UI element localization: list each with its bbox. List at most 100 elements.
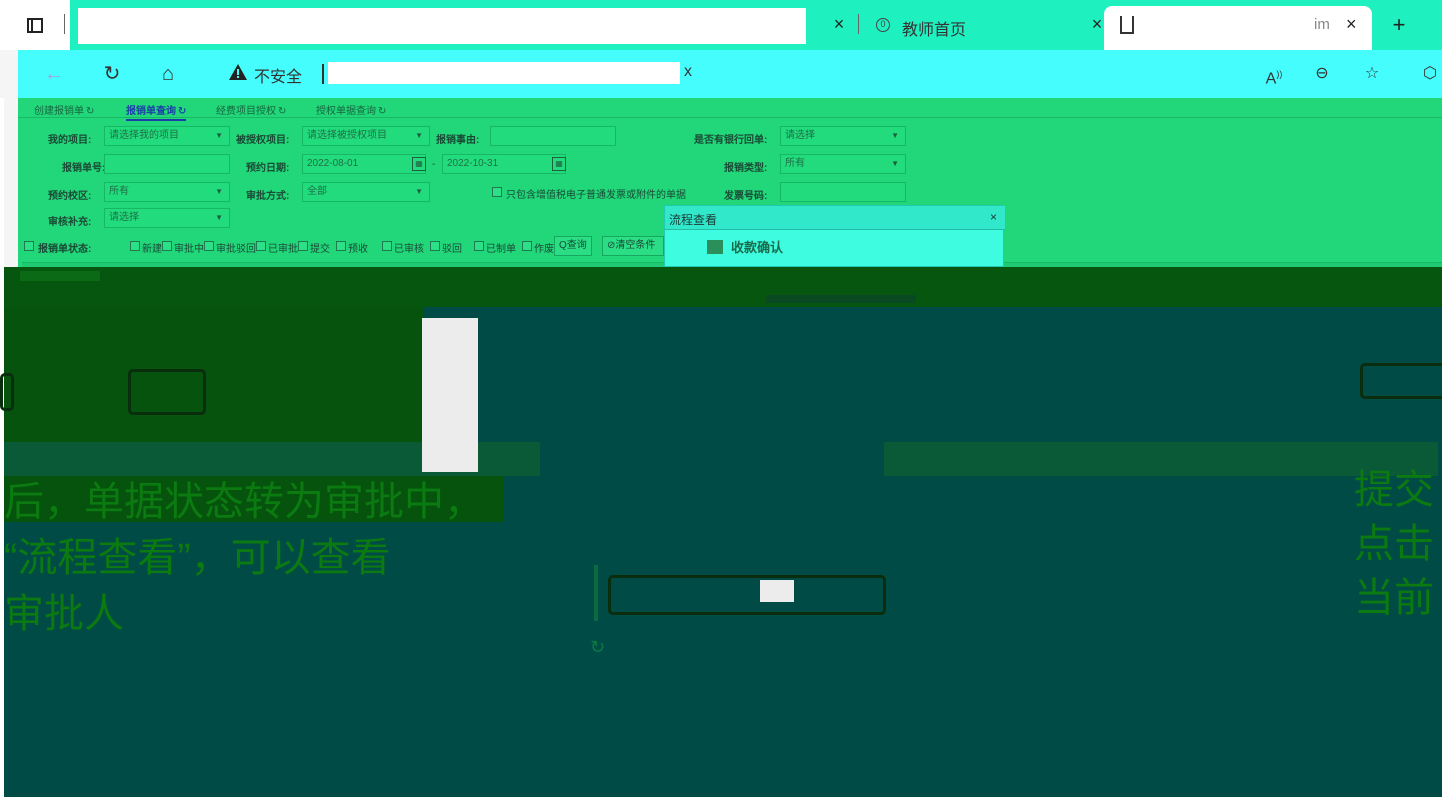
search-button[interactable]: Q查询	[554, 236, 592, 256]
home-icon[interactable]: ⌂	[154, 60, 182, 88]
slide-caption-right-line: 提交	[1354, 468, 1434, 512]
status-checkbox-submitted[interactable]	[298, 241, 308, 251]
active-tab[interactable]: im ×	[1104, 6, 1372, 50]
date-from-input[interactable]: 2022-08-01	[302, 154, 426, 174]
clear-conditions-button[interactable]: ⊘清空条件	[602, 236, 664, 256]
url-tail-text[interactable]: x	[684, 63, 692, 81]
my-project-select[interactable]: 请选择我的项目 ▼	[104, 126, 230, 146]
calendar-icon[interactable]: ▦	[412, 157, 426, 171]
status-checkbox-rejected[interactable]	[430, 241, 440, 251]
slide-highlight-box	[608, 575, 886, 615]
campus-select[interactable]: 所有 ▼	[104, 182, 230, 202]
status-checkbox-pre-received[interactable]	[336, 241, 346, 251]
tab-favicon-icon: 0	[876, 18, 890, 32]
bill-type-label: 报销类型:	[724, 163, 768, 174]
status-checkbox-audited[interactable]	[382, 241, 392, 251]
status-checkbox-new[interactable]	[130, 241, 140, 251]
tab-actions-icon[interactable]	[26, 16, 46, 34]
inactive-tab-blank[interactable]	[78, 8, 806, 44]
status-checkbox-approved[interactable]	[256, 241, 266, 251]
tab-fund-authorization[interactable]: 经费项目授权 ↻	[216, 102, 286, 117]
booking-date-label: 预约日期:	[246, 163, 290, 174]
slide-panel	[4, 307, 424, 442]
page-favicon-icon	[1120, 16, 1134, 34]
status-label-rejected: 驳回	[442, 244, 462, 255]
tab-close-icon[interactable]: ×	[830, 14, 848, 34]
active-tab-title-fragment: im	[1314, 16, 1330, 33]
slide-arrow-icon: ↻	[590, 637, 606, 657]
approval-mode-select[interactable]: 全部 ▼	[302, 182, 430, 202]
auth-project-label: 被授权项目:	[236, 135, 290, 146]
dropdown-icon: ▼	[215, 187, 223, 196]
status-label-approving: 审批中	[174, 244, 204, 255]
url-divider	[322, 64, 324, 84]
audit-supplement-label: 审核补充:	[48, 217, 92, 228]
bank-receipt-value: 请选择	[785, 130, 815, 141]
read-aloud-icon[interactable]: A))	[1262, 62, 1286, 87]
favorites-icon[interactable]: ☆	[1360, 62, 1384, 86]
status-label-pre-received: 预收	[348, 244, 368, 255]
tab-create-bill[interactable]: 创建报销单 ↻	[34, 102, 94, 117]
slide-arrow-line	[594, 565, 598, 621]
slide-highlight-box	[0, 373, 14, 411]
refresh-icon[interactable]: ↻	[278, 106, 286, 117]
date-to-input[interactable]: 2022-10-31	[442, 154, 566, 174]
warning-icon[interactable]	[228, 62, 248, 82]
refresh-icon[interactable]: ↻	[178, 106, 186, 117]
dropdown-icon: ▼	[891, 131, 899, 140]
tab-auth-query[interactable]: 授权单据查询 ↻	[316, 102, 386, 117]
invoice-no-label: 发票号码:	[724, 191, 768, 202]
slide-caption-line: 后，单据状态转为审批中，	[4, 480, 484, 524]
slide-dark-band	[4, 267, 1442, 307]
slide-artifact	[20, 271, 100, 281]
flow-step-label: 收款确认	[731, 240, 784, 255]
refresh-icon[interactable]: ↻	[86, 106, 94, 117]
status-label-voided: 作废	[534, 244, 554, 255]
extensions-icon[interactable]: ⬡	[1418, 62, 1442, 86]
status-checkbox-voucher-made[interactable]	[474, 241, 484, 251]
my-project-placeholder: 请选择我的项目	[109, 130, 179, 141]
dialog-title: 流程查看	[669, 213, 718, 227]
new-tab-icon[interactable]: +	[1386, 12, 1412, 38]
reason-label: 报销事由:	[436, 135, 480, 146]
calendar-icon[interactable]: ▦	[552, 157, 566, 171]
bank-receipt-select[interactable]: 请选择 ▼	[780, 126, 906, 146]
approval-mode-label: 审批方式:	[246, 191, 290, 202]
zoom-icon[interactable]: ⊖	[1310, 62, 1334, 86]
bill-type-select[interactable]: 所有 ▼	[780, 154, 906, 174]
reason-input[interactable]	[490, 126, 616, 146]
close-icon[interactable]: ×	[990, 210, 997, 224]
bill-no-input[interactable]	[104, 154, 230, 174]
security-label[interactable]: 不安全	[254, 63, 302, 87]
vat-only-checkbox[interactable]	[492, 187, 502, 197]
slide-white-block	[760, 580, 794, 602]
dropdown-icon: ▼	[415, 187, 423, 196]
refresh-icon[interactable]: ↻	[378, 106, 386, 117]
status-checkbox-approval-rejected[interactable]	[204, 241, 214, 251]
dropdown-icon: ▼	[215, 131, 223, 140]
tab-label: 报销单查询	[126, 106, 176, 117]
bank-receipt-label: 是否有银行回单:	[694, 135, 768, 146]
invoice-no-input[interactable]	[780, 182, 906, 202]
browser-tab-strip: × 0 教师首页 × im × +	[0, 0, 1442, 50]
active-tab-close-icon[interactable]: ×	[1346, 14, 1357, 35]
bottom-margin	[0, 797, 1442, 805]
dropdown-icon: ▼	[215, 213, 223, 222]
slide-artifact	[766, 295, 916, 303]
tab-bill-query[interactable]: 报销单查询 ↻	[126, 102, 187, 121]
screenshot-root: × 0 教师首页 × im × + ← ↻ ⌂ 不安全 x A)) ⊖ ☆ ⬡ …	[0, 0, 1442, 805]
status-checkbox-voided[interactable]	[522, 241, 532, 251]
status-all-checkbox[interactable]	[24, 241, 34, 251]
url-input[interactable]	[328, 62, 680, 84]
audit-supplement-select[interactable]: 请选择 ▼	[104, 208, 230, 228]
back-icon[interactable]: ←	[40, 60, 68, 88]
status-checkbox-approving[interactable]	[162, 241, 172, 251]
refresh-icon[interactable]: ↻	[98, 60, 126, 88]
approval-mode-value: 全部	[307, 186, 327, 197]
address-toolbar: ← ↻ ⌂ 不安全 x A)) ⊖ ☆ ⬡	[18, 50, 1442, 98]
date-from-value: 2022-08-01	[307, 158, 359, 169]
status-label-approval-rejected: 审批驳回	[216, 244, 256, 255]
auth-project-select[interactable]: 请选择被授权项目 ▼	[302, 126, 430, 146]
tab-title[interactable]: 教师首页	[902, 16, 966, 40]
slide-highlight-box	[1360, 363, 1442, 399]
